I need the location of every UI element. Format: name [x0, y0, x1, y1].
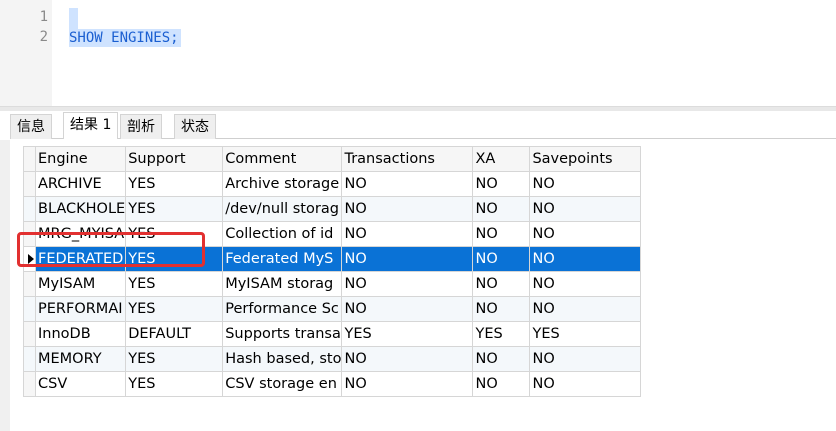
cell-xa[interactable]: YES [472, 321, 531, 347]
cell-comment[interactable]: Supports transa [222, 321, 343, 347]
cell-support[interactable]: DEFAULT [125, 321, 224, 347]
table-row[interactable]: MEMORY YES Hash based, sto NO NO NO [23, 346, 642, 372]
header-row: Engine Support Comment Transactions XA S… [23, 146, 642, 172]
cell-transactions[interactable]: NO [341, 371, 474, 397]
cell-engine[interactable]: InnoDB [34, 321, 127, 347]
column-header-comment[interactable]: Comment [222, 146, 343, 172]
row-indicator-header [23, 146, 36, 172]
cell-xa[interactable]: NO [472, 196, 531, 222]
column-header-xa[interactable]: XA [472, 146, 531, 172]
cell-transactions[interactable]: NO [341, 221, 474, 247]
cell-support[interactable]: YES [125, 171, 224, 197]
cell-comment[interactable]: CSV storage en [222, 371, 343, 397]
line-number: 1 [39, 9, 48, 25]
cell-support[interactable]: YES [125, 371, 224, 397]
column-header-engine[interactable]: Engine [34, 146, 127, 172]
cell-engine[interactable]: PERFORMAI [34, 296, 127, 322]
cell-xa[interactable]: NO [472, 296, 531, 322]
row-indicator[interactable] [23, 346, 36, 372]
cell-comment[interactable]: Collection of id [222, 221, 343, 247]
table-row[interactable]: PERFORMAI YES Performance Sc NO NO NO [23, 296, 642, 322]
cell-comment[interactable]: Hash based, sto [222, 346, 343, 372]
table-row[interactable]: BLACKHOLE YES /dev/null storag NO NO NO [23, 196, 642, 222]
row-indicator[interactable] [23, 171, 36, 197]
row-indicator[interactable] [23, 321, 36, 347]
line-number: 2 [39, 29, 48, 45]
cell-engine[interactable]: FEDERATED [34, 246, 127, 272]
table-row[interactable]: MRG_MYISA YES Collection of id NO NO NO [23, 221, 642, 247]
cell-savepoints[interactable]: NO [529, 346, 642, 372]
sql-editor[interactable]: 1 2 SHOW ENGINES; [0, 0, 836, 106]
row-indicator[interactable] [23, 246, 36, 272]
cell-transactions[interactable]: NO [341, 346, 474, 372]
table-row[interactable]: InnoDB DEFAULT Supports transa YES YES Y… [23, 321, 642, 347]
row-indicator[interactable] [23, 296, 36, 322]
line-number-gutter: 1 2 [0, 0, 52, 106]
cell-transactions[interactable]: YES [341, 321, 474, 347]
row-indicator[interactable] [23, 196, 36, 222]
cell-engine[interactable]: ARCHIVE [34, 171, 127, 197]
result-grid: Engine Support Comment Transactions XA S… [23, 146, 642, 397]
cell-comment[interactable]: Performance Sc [222, 296, 343, 322]
cell-engine[interactable]: BLACKHOLE [34, 196, 127, 222]
current-row-arrow-icon [28, 254, 34, 264]
cell-savepoints[interactable]: NO [529, 246, 642, 272]
column-header-support[interactable]: Support [125, 146, 224, 172]
code-line[interactable]: SHOW ENGINES; [69, 29, 181, 47]
cell-support[interactable]: YES [125, 296, 224, 322]
cell-support[interactable]: YES [125, 246, 224, 272]
tab-profile[interactable]: 剖析 [120, 114, 162, 139]
cell-engine[interactable]: MEMORY [34, 346, 127, 372]
cell-engine[interactable]: MyISAM [34, 271, 127, 297]
cell-savepoints[interactable]: YES [529, 321, 642, 347]
cell-transactions[interactable]: NO [341, 246, 474, 272]
cell-support[interactable]: YES [125, 221, 224, 247]
cell-xa[interactable]: NO [472, 171, 531, 197]
left-border [0, 140, 10, 431]
cell-transactions[interactable]: NO [341, 271, 474, 297]
cell-transactions[interactable]: NO [341, 171, 474, 197]
cell-savepoints[interactable]: NO [529, 296, 642, 322]
cell-support[interactable]: YES [125, 196, 224, 222]
cell-savepoints[interactable]: NO [529, 271, 642, 297]
cell-comment[interactable]: /dev/null storag [222, 196, 343, 222]
cell-xa[interactable]: NO [472, 221, 531, 247]
cell-xa[interactable]: NO [472, 271, 531, 297]
cell-transactions[interactable]: NO [341, 196, 474, 222]
cell-engine[interactable]: CSV [34, 371, 127, 397]
cell-support[interactable]: YES [125, 271, 224, 297]
column-header-transactions[interactable]: Transactions [341, 146, 474, 172]
tab-result-1[interactable]: 结果 1 [63, 112, 119, 139]
cell-savepoints[interactable]: NO [529, 196, 642, 222]
row-indicator[interactable] [23, 371, 36, 397]
cell-comment[interactable]: Federated MyS [222, 246, 343, 272]
cell-transactions[interactable]: NO [341, 296, 474, 322]
tab-status[interactable]: 状态 [174, 114, 216, 139]
table-row[interactable]: CSV YES CSV storage en NO NO NO [23, 371, 642, 397]
cell-support[interactable]: YES [125, 346, 224, 372]
row-indicator[interactable] [23, 271, 36, 297]
cell-savepoints[interactable]: NO [529, 371, 642, 397]
cell-comment[interactable]: MyISAM storag [222, 271, 343, 297]
table-row-selected[interactable]: FEDERATED YES Federated MyS NO NO NO [23, 246, 642, 272]
tab-info[interactable]: 信息 [10, 114, 52, 139]
cell-xa[interactable]: NO [472, 246, 531, 272]
cell-savepoints[interactable]: NO [529, 221, 642, 247]
selection-highlight [69, 8, 78, 30]
column-header-savepoints[interactable]: Savepoints [529, 146, 642, 172]
table-row[interactable]: MyISAM YES MyISAM storag NO NO NO [23, 271, 642, 297]
cell-comment[interactable]: Archive storage [222, 171, 343, 197]
table-row[interactable]: ARCHIVE YES Archive storage NO NO NO [23, 171, 642, 197]
cell-engine[interactable]: MRG_MYISA [34, 221, 127, 247]
row-indicator[interactable] [23, 221, 36, 247]
result-grid-area: Engine Support Comment Transactions XA S… [10, 140, 836, 431]
cell-xa[interactable]: NO [472, 371, 531, 397]
cell-xa[interactable]: NO [472, 346, 531, 372]
result-tabbar: 信息 结果 1 剖析 状态 [10, 111, 836, 139]
cell-savepoints[interactable]: NO [529, 171, 642, 197]
